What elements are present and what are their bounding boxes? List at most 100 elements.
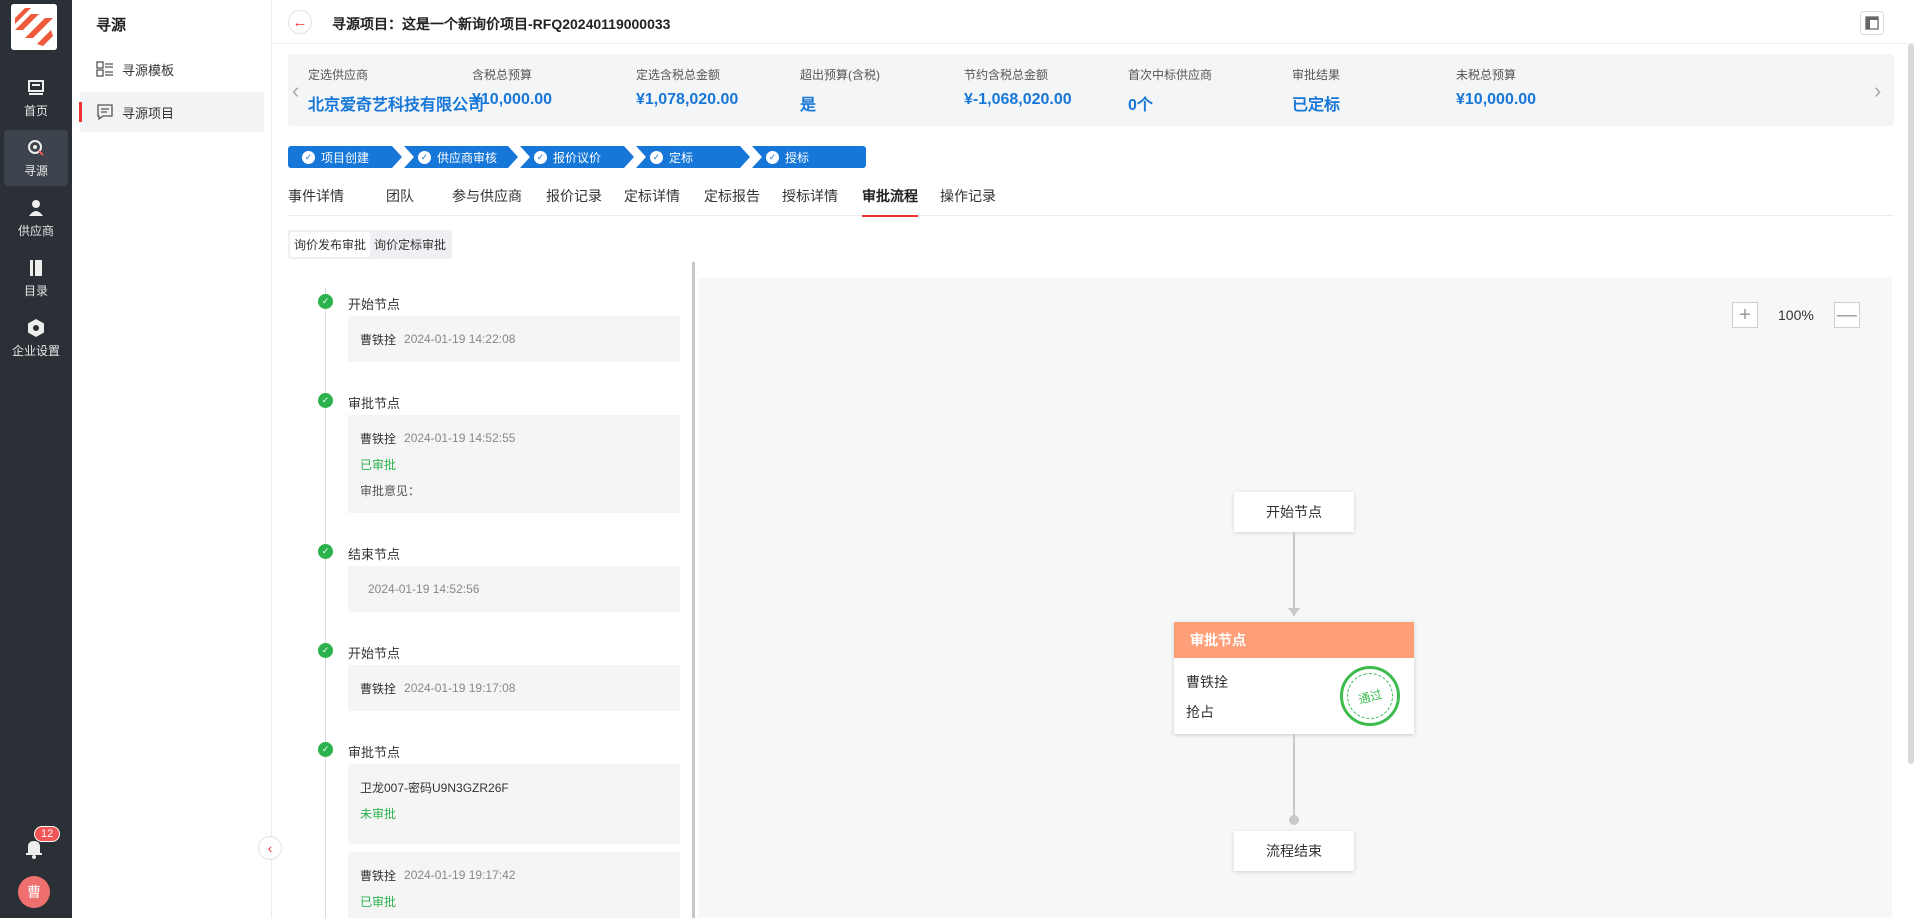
tab-award-details[interactable]: 定标详情 [624, 186, 680, 216]
check-circle-icon: ✓ [318, 393, 333, 408]
check-circle-icon: ✓ [318, 643, 333, 658]
gear-icon [28, 318, 44, 337]
approval-status: 未审批 [360, 806, 397, 821]
app-logo[interactable] [11, 4, 57, 50]
approval-timeline: ✓ 开始节点 曹铁拴 2024-01-19 14:22:08 ✓ 审批节点 曹铁拴… [288, 268, 688, 918]
sidebar-item-sourcing-project[interactable]: 寻源项目 [79, 92, 264, 132]
chevron-right-icon[interactable]: › [1874, 78, 1881, 104]
flow-start-node[interactable]: 开始节点 [1234, 492, 1354, 532]
approver-name: 曹铁拴 [360, 431, 397, 446]
step-label: 项目创建 [321, 150, 370, 165]
check-circle-icon: ✓ [318, 294, 333, 309]
step-label: 供应商审核 [437, 150, 498, 165]
node-name: 审批节点 [348, 745, 401, 760]
tab-quote-records[interactable]: 报价记录 [546, 186, 602, 216]
app-rail: 首页 寻源 供应商 目录 企业设置 12 曹 [0, 0, 72, 918]
tab-approval-flow[interactable]: 审批流程 [862, 186, 918, 217]
check-icon: ✓ [302, 151, 315, 164]
rail-item-sourcing[interactable]: 寻源 [4, 130, 68, 186]
approval-node-approver: 曹铁拴 [1186, 674, 1228, 690]
flow-approval-node[interactable]: 审批节点 曹铁拴 抢占 通过 [1174, 622, 1414, 734]
summary-item: 未税总预算 ¥10,000.00 [1456, 66, 1536, 109]
arrow-down-icon [1288, 608, 1300, 616]
flow-canvas[interactable]: + 100% — 开始节点 审批节点 曹铁拴 抢占 通过 流程结束 [698, 278, 1892, 918]
approver-name: 卫龙007-密码U9N3GZR26F [360, 780, 509, 795]
step-label: 授标 [785, 150, 810, 165]
summary-item: 含税总预算 ¥10,000.00 [472, 66, 552, 109]
step-item: ✓ 供应商审核 [404, 146, 518, 168]
sidebar-item-label: 寻源模板 [122, 62, 175, 78]
node-card: 曹铁拴 2024-01-19 19:17:08 [348, 665, 680, 711]
tab-grant-details[interactable]: 授标详情 [782, 186, 838, 216]
node-card: 卫龙007-密码U9N3GZR26F 未审批 [348, 764, 680, 844]
avatar[interactable]: 曹 [18, 876, 50, 908]
tab-team[interactable]: 团队 [386, 186, 414, 216]
node-time: 2024-01-19 14:22:08 [404, 332, 516, 346]
node-name: 开始节点 [348, 297, 401, 312]
zoom-in-button[interactable]: + [1732, 302, 1758, 328]
tab-award-report[interactable]: 定标报告 [704, 186, 760, 216]
approved-stamp-text: 通过 [1341, 667, 1399, 725]
node-card: 曹铁拴 2024-01-19 19:17:42 已审批 [348, 852, 680, 918]
rail-item-supplier[interactable]: 供应商 [4, 190, 68, 246]
zoom-out-button[interactable]: — [1833, 302, 1860, 328]
page-title: 寻源项目：这是一个新询价项目-RFQ20240119000033 [332, 16, 671, 32]
approval-status: 已审批 [360, 457, 397, 472]
tab-event-details[interactable]: 事件详情 [288, 186, 344, 216]
catalog-icon [30, 259, 42, 276]
flow-connector [1293, 734, 1295, 818]
collapse-sidebar-button[interactable]: ‹ [258, 836, 282, 860]
sidebar: 寻源 寻源模板 寻源项目 [72, 0, 272, 918]
check-circle-icon: ✓ [318, 544, 333, 559]
user-icon [29, 199, 43, 216]
rail-item-label: 首页 [23, 103, 48, 118]
back-button[interactable]: ← [288, 10, 312, 34]
page-scrollbar[interactable] [1908, 44, 1914, 764]
flow-end-node[interactable]: 流程结束 [1234, 831, 1354, 871]
connector-dot-icon [1289, 815, 1299, 825]
approval-node-title: 审批节点 [1174, 622, 1414, 658]
summary-label: 定选含税总金额 [636, 68, 721, 82]
rail-item-enterprise-settings[interactable]: 企业设置 [4, 310, 68, 366]
layout-toggle-button[interactable] [1860, 11, 1884, 35]
layout-icon [1865, 16, 1879, 30]
node-name: 审批节点 [348, 396, 401, 411]
step-label: 报价议价 [553, 150, 602, 165]
approval-status: 已审批 [360, 894, 397, 909]
summary-label: 超出预算(含税) [800, 68, 880, 82]
summary-item: 首次中标供应商 0个 [1128, 66, 1212, 115]
tab-suppliers[interactable]: 参与供应商 [452, 186, 522, 216]
subtab-award-approval[interactable]: 询价定标审批 [370, 232, 450, 257]
summary-value: 0个 [1128, 97, 1153, 114]
approved-stamp: 通过 [1340, 666, 1400, 726]
check-icon: ✓ [650, 151, 663, 164]
timeline-line [325, 288, 326, 918]
node-time: 2024-01-19 19:17:42 [404, 868, 516, 882]
main-content: ← 寻源项目：这是一个新询价项目-RFQ20240119000033 ‹ 定选供… [272, 0, 1915, 918]
header: ← 寻源项目：这是一个新询价项目-RFQ20240119000033 [272, 0, 1915, 44]
summary-label: 首次中标供应商 [1128, 68, 1213, 82]
summary-item: 定选供应商 北京爱奇艺科技有限公司 [308, 66, 484, 115]
summary-label: 含税总预算 [472, 68, 533, 82]
chevron-left-icon: ‹ [267, 840, 273, 856]
tab-operation-log[interactable]: 操作记录 [940, 186, 996, 216]
subtab-publish-approval[interactable]: 询价发布审批 [290, 232, 371, 257]
summary-value: 北京爱奇艺科技有限公司 [308, 97, 485, 114]
node-time: 2024-01-19 14:52:56 [368, 582, 480, 596]
summary-value: 是 [800, 97, 817, 114]
node-name: 开始节点 [348, 646, 401, 661]
rail-item-label: 企业设置 [11, 343, 60, 358]
step-item: ✓ 定标 [636, 146, 750, 168]
minus-icon: — [1836, 304, 1857, 326]
rail-item-home[interactable]: 首页 [4, 70, 68, 126]
panel-resizer[interactable] [692, 262, 695, 918]
node-name: 结束节点 [348, 547, 401, 562]
node-time: 2024-01-19 14:52:55 [404, 431, 516, 445]
chat-icon [97, 104, 113, 121]
sidebar-title: 寻源 [96, 17, 127, 34]
approver-name: 曹铁拴 [360, 681, 397, 696]
rail-item-catalog[interactable]: 目录 [4, 250, 68, 306]
chevron-left-icon[interactable]: ‹ [292, 78, 299, 104]
sidebar-item-sourcing-template[interactable]: 寻源模板 [80, 49, 264, 89]
step-label: 定标 [669, 150, 694, 165]
